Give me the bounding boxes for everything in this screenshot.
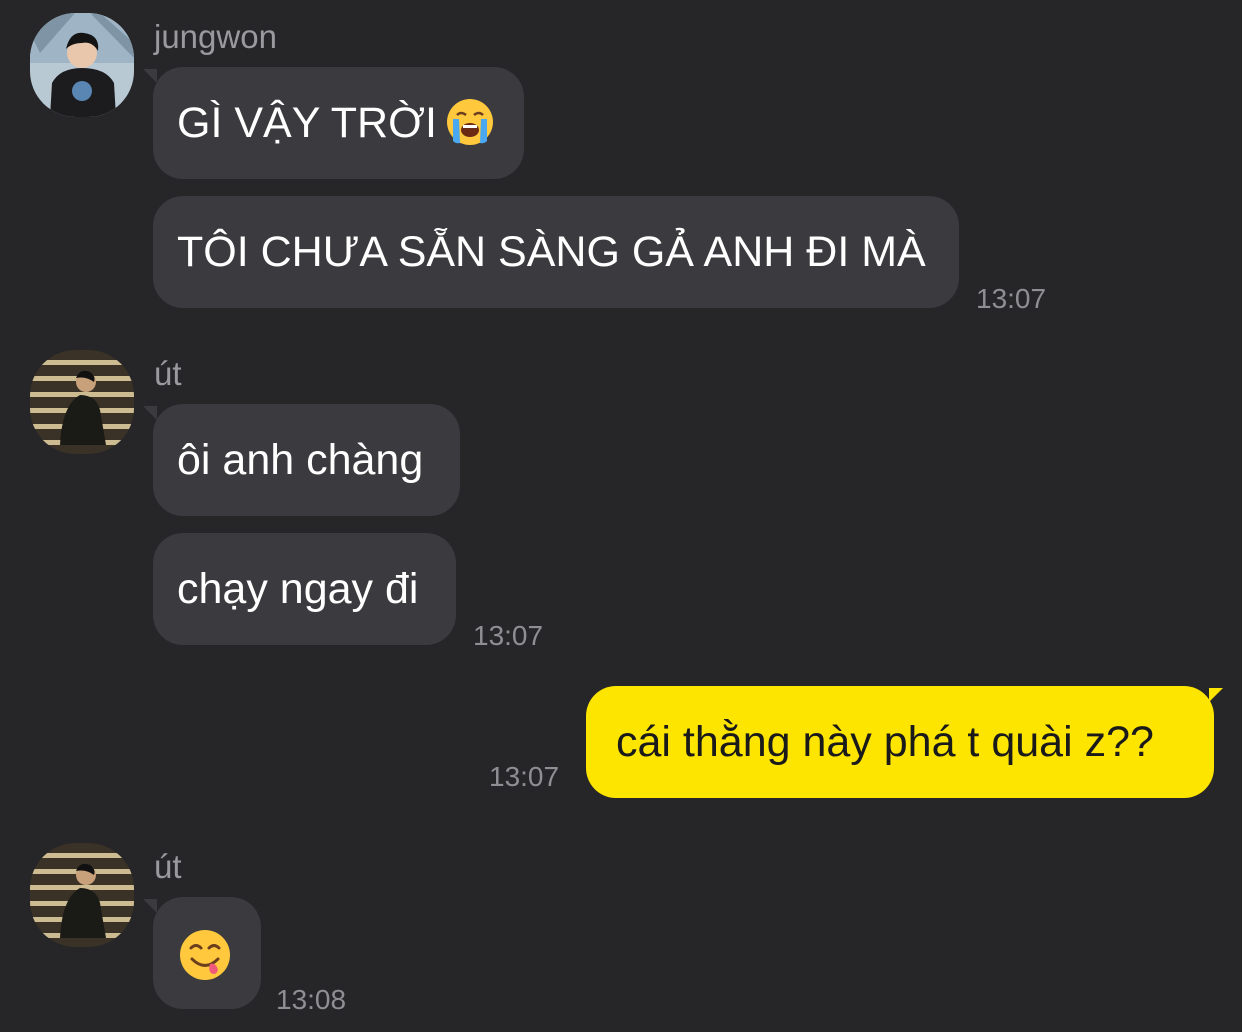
message-bubble[interactable]: chạy ngay đi <box>153 533 456 645</box>
chat-room: jungwon GÌ VẬY TRỜI TÔI CHƯA SẴN SÀNG GẢ… <box>0 0 1242 1032</box>
sender-name: út <box>154 355 182 392</box>
timestamp: 13:07 <box>473 620 544 651</box>
message-bubble[interactable]: TÔI CHƯA SẴN SÀNG GẢ ANH ĐI MÀ <box>153 196 959 308</box>
sender-name: út <box>154 848 182 885</box>
message-text: ôi anh chàng <box>177 436 424 484</box>
message-bubble[interactable]: ôi anh chàng <box>143 404 460 516</box>
timestamp: 13:07 <box>489 761 560 792</box>
my-message-bubble[interactable]: cái thằng này phá t quài z?? <box>586 686 1223 798</box>
avatar-ut[interactable] <box>30 350 134 454</box>
timestamp: 13:08 <box>276 984 347 1015</box>
avatar-ut[interactable] <box>30 843 134 947</box>
message-text: TÔI CHƯA SẴN SÀNG GẢ ANH ĐI MÀ <box>177 228 926 276</box>
loudly-crying-face-icon <box>446 98 493 145</box>
emoji-message-bubble[interactable] <box>143 897 261 1009</box>
message-text: chạy ngay đi <box>177 565 419 613</box>
timestamp: 13:07 <box>976 283 1047 314</box>
message-text: GÌ VẬY TRỜI <box>177 99 437 147</box>
message-bubble[interactable]: GÌ VẬY TRỜI <box>143 67 524 179</box>
avatar-jungwon[interactable] <box>30 13 134 117</box>
sender-name: jungwon <box>154 18 277 55</box>
message-text: cái thằng này phá t quài z?? <box>616 718 1154 766</box>
face-savoring-food-icon <box>180 930 230 980</box>
